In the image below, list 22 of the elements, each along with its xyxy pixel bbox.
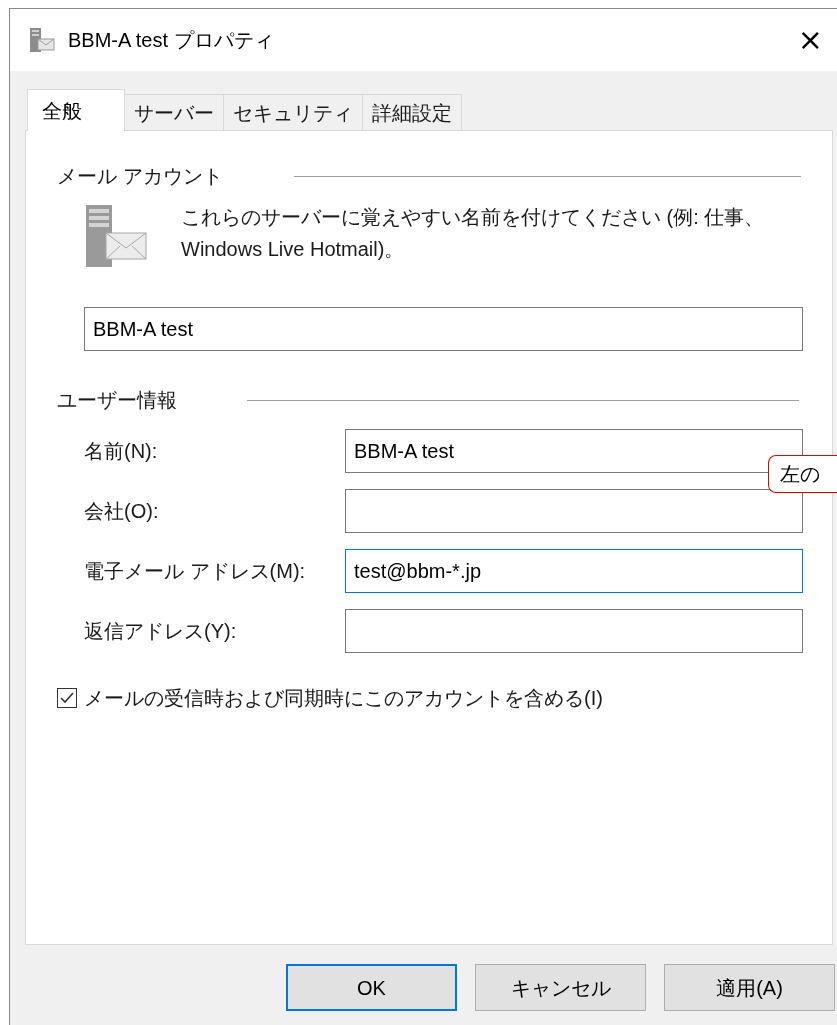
tab[interactable]: 詳細設定 [362,94,462,131]
dialog-button[interactable]: 適用(A) [664,964,835,1011]
mail-server-icon [28,27,56,53]
description-text: これらのサーバーに覚えやすい名前を付けてください (例: 仕事、Windows Live Hotmail)。 [181,205,766,262]
field-label: 名前(N): [84,439,159,464]
input-field[interactable] [345,609,803,653]
dialog-button[interactable]: OK [286,964,457,1011]
callout: 左の [768,455,837,493]
field-label: 電子メール アドレス(M): [84,559,307,584]
dialog-button[interactable]: キャンセル [475,964,646,1011]
group-heading: メール アカウント [57,164,223,189]
checkbox-label[interactable]: メールの受信時および同期時にこのアカウントを含める(I) [84,683,603,713]
tab[interactable]: 全般 [27,89,125,131]
group-heading: ユーザー情報 [57,388,177,413]
input-field[interactable]: test@bbm-*.jp [345,549,803,593]
field-label: 返信アドレス(Y): [84,619,238,644]
close-button[interactable]: × [797,25,823,55]
input-field[interactable] [345,489,803,533]
account-name-field[interactable]: BBM-A test [84,307,803,351]
field-label: 会社(O): [84,499,160,524]
window-title: BBM-A test プロパティ [68,28,274,53]
checkbox[interactable] [57,688,77,708]
